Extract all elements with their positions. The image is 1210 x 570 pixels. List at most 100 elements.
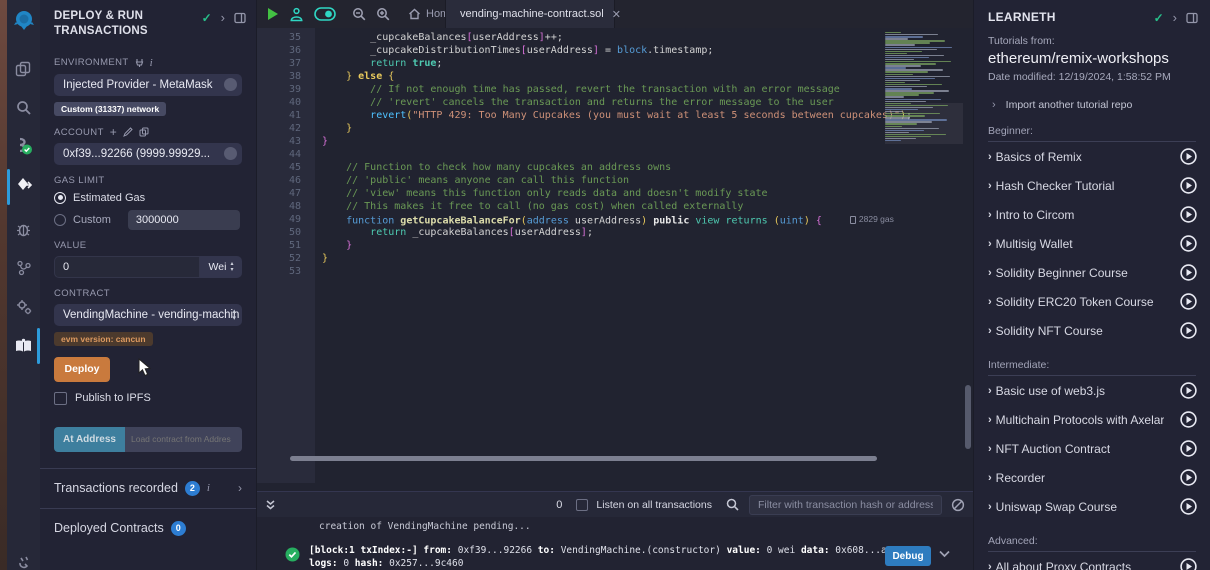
- tutorial-expand-icon[interactable]: ›: [988, 414, 992, 426]
- code-line[interactable]: 38 } else {: [257, 70, 973, 83]
- line-number[interactable]: 40: [257, 96, 301, 109]
- gas-estimated-radio-row[interactable]: Estimated Gas: [54, 192, 242, 204]
- code-line[interactable]: 43}: [257, 135, 973, 148]
- at-address-input[interactable]: [125, 427, 242, 452]
- editor-horizontal-scrollbar[interactable]: [290, 456, 877, 461]
- debug-button[interactable]: Debug: [885, 546, 931, 566]
- tutorial-item[interactable]: ›Intro to Circom: [974, 200, 1210, 229]
- tutorial-expand-icon[interactable]: ›: [988, 267, 992, 279]
- environment-settings-icon[interactable]: [224, 78, 237, 91]
- custom-gas-input[interactable]: [128, 210, 240, 230]
- remix-logo-icon[interactable]: [7, 6, 40, 36]
- debugger-icon[interactable]: [7, 214, 40, 244]
- terminal-search-icon[interactable]: [726, 498, 739, 511]
- tutorial-item[interactable]: ›Recorder: [974, 463, 1210, 492]
- code-line[interactable]: 45 // Function to check how many cupcake…: [257, 161, 973, 174]
- transaction-log-row[interactable]: [block:1 txIndex:-] from: 0xf39...92266 …: [257, 544, 973, 570]
- tutorial-play-icon[interactable]: [1180, 206, 1197, 223]
- line-number[interactable]: 43: [257, 135, 301, 148]
- tutorial-expand-icon[interactable]: ›: [988, 151, 992, 163]
- panel-collapse-icon[interactable]: ›: [221, 13, 225, 23]
- code-line[interactable]: 52}: [257, 252, 973, 265]
- solidity-compiler-icon[interactable]: [7, 132, 40, 162]
- code-line[interactable]: 44: [257, 148, 973, 161]
- transactions-info-icon[interactable]: i: [207, 482, 210, 494]
- unit-stepper-icon[interactable]: ▴▾: [230, 261, 233, 273]
- walkthrough-person-icon[interactable]: [289, 7, 304, 22]
- line-number[interactable]: 51: [257, 239, 301, 252]
- deployed-contracts-row[interactable]: Deployed Contracts 0: [40, 508, 256, 548]
- code-line[interactable]: 50 return _cupcakeBalances[userAddress];: [257, 226, 973, 239]
- line-number[interactable]: 50: [257, 226, 301, 239]
- code-line[interactable]: 47 // 'view' means this function only re…: [257, 187, 973, 200]
- code-line[interactable]: 35 _cupcakeBalances[userAddress]++;: [257, 31, 973, 44]
- tutorial-item[interactable]: ›NFT Auction Contract: [974, 434, 1210, 463]
- code-line[interactable]: 51 }: [257, 239, 973, 252]
- tutorial-play-icon[interactable]: [1180, 440, 1197, 457]
- copy-account-icon[interactable]: [139, 127, 149, 137]
- line-number[interactable]: 37: [257, 57, 301, 70]
- terminal-expand-icon[interactable]: [265, 499, 276, 511]
- editor-vertical-scrollbar[interactable]: [965, 385, 971, 449]
- tutorial-play-icon[interactable]: [1180, 264, 1197, 281]
- custom-gas-radio[interactable]: [54, 214, 66, 226]
- git-icon[interactable]: [7, 253, 40, 283]
- tutorial-item[interactable]: ›Solidity ERC20 Token Course: [974, 287, 1210, 316]
- line-number[interactable]: 39: [257, 83, 301, 96]
- line-number[interactable]: 47: [257, 187, 301, 200]
- file-explorer-icon[interactable]: [7, 54, 40, 84]
- tutorial-item[interactable]: ›Basics of Remix: [974, 142, 1210, 171]
- deploy-button[interactable]: Deploy: [54, 357, 110, 382]
- contract-select[interactable]: VendingMachine - vending-machin ▴▾: [54, 304, 242, 326]
- line-number[interactable]: 49: [257, 213, 301, 226]
- line-number[interactable]: 36: [257, 44, 301, 57]
- terminal-filter-input[interactable]: [749, 495, 942, 515]
- transactions-expand-icon[interactable]: ›: [238, 481, 242, 495]
- code-editor[interactable]: 35 _cupcakeBalances[userAddress]++;36 _c…: [257, 28, 973, 483]
- code-line[interactable]: 48 // This makes it free to call (no gas…: [257, 200, 973, 213]
- code-line[interactable]: 36 _cupcakeDistributionTimes[userAddress…: [257, 44, 973, 57]
- tutorial-expand-icon[interactable]: ›: [988, 443, 992, 455]
- line-number[interactable]: 48: [257, 200, 301, 213]
- transactions-recorded-row[interactable]: Transactions recorded 2 i ›: [40, 468, 256, 508]
- run-script-icon[interactable]: [266, 7, 279, 21]
- line-number[interactable]: 52: [257, 252, 301, 265]
- tutorial-item[interactable]: ›Solidity NFT Course: [974, 316, 1210, 345]
- tutorial-play-icon[interactable]: [1180, 469, 1197, 486]
- edit-account-icon[interactable]: [123, 127, 133, 137]
- code-line[interactable]: 39 // If not enough time has passed, rev…: [257, 83, 973, 96]
- plug-icon[interactable]: [135, 58, 144, 68]
- tutorial-play-icon[interactable]: [1180, 498, 1197, 515]
- line-number[interactable]: 35: [257, 31, 301, 44]
- at-address-button[interactable]: At Address: [54, 427, 125, 452]
- tab-vending-machine-contract[interactable]: vending-machine-contract.sol ✕: [445, 0, 615, 28]
- code-line[interactable]: 41 revert("HTTP 429: Too Many Cupcakes (…: [257, 109, 973, 122]
- clear-console-icon[interactable]: [951, 498, 965, 512]
- account-select[interactable]: 0xf39...92266 (9999.99929...: [54, 143, 242, 165]
- tutorial-expand-icon[interactable]: ›: [988, 501, 992, 513]
- line-number[interactable]: 41: [257, 109, 301, 122]
- tutorial-play-icon[interactable]: [1180, 382, 1197, 399]
- learneth-pin-icon[interactable]: [1186, 12, 1198, 24]
- value-unit-select[interactable]: Wei ▴▾: [200, 256, 242, 278]
- gas-custom-radio-row[interactable]: Custom: [54, 210, 242, 230]
- tutorial-expand-icon[interactable]: ›: [988, 238, 992, 250]
- code-line[interactable]: 40 // 'revert' cancels the transaction a…: [257, 96, 973, 109]
- publish-ipfs-row[interactable]: Publish to IPFS: [54, 392, 242, 405]
- tutorial-play-icon[interactable]: [1180, 322, 1197, 339]
- tutorial-item[interactable]: ›Hash Checker Tutorial: [974, 171, 1210, 200]
- panel-pin-icon[interactable]: [234, 12, 246, 24]
- publish-ipfs-checkbox[interactable]: [54, 392, 67, 405]
- tutorial-expand-icon[interactable]: ›: [988, 385, 992, 397]
- tab-close-icon[interactable]: ✕: [612, 8, 621, 21]
- account-copy-icon[interactable]: [224, 147, 237, 160]
- settings-icon[interactable]: [7, 292, 40, 322]
- tutorial-expand-icon[interactable]: ›: [988, 296, 992, 308]
- tutorial-expand-icon[interactable]: ›: [988, 561, 992, 570]
- editor-minimap[interactable]: [885, 32, 963, 144]
- value-input[interactable]: [54, 256, 200, 278]
- tutorial-expand-icon[interactable]: ›: [988, 325, 992, 337]
- tutorial-play-icon[interactable]: [1180, 177, 1197, 194]
- tutorial-item[interactable]: ›Basic use of web3.js: [974, 376, 1210, 405]
- tutorial-item[interactable]: ›Multisig Wallet: [974, 229, 1210, 258]
